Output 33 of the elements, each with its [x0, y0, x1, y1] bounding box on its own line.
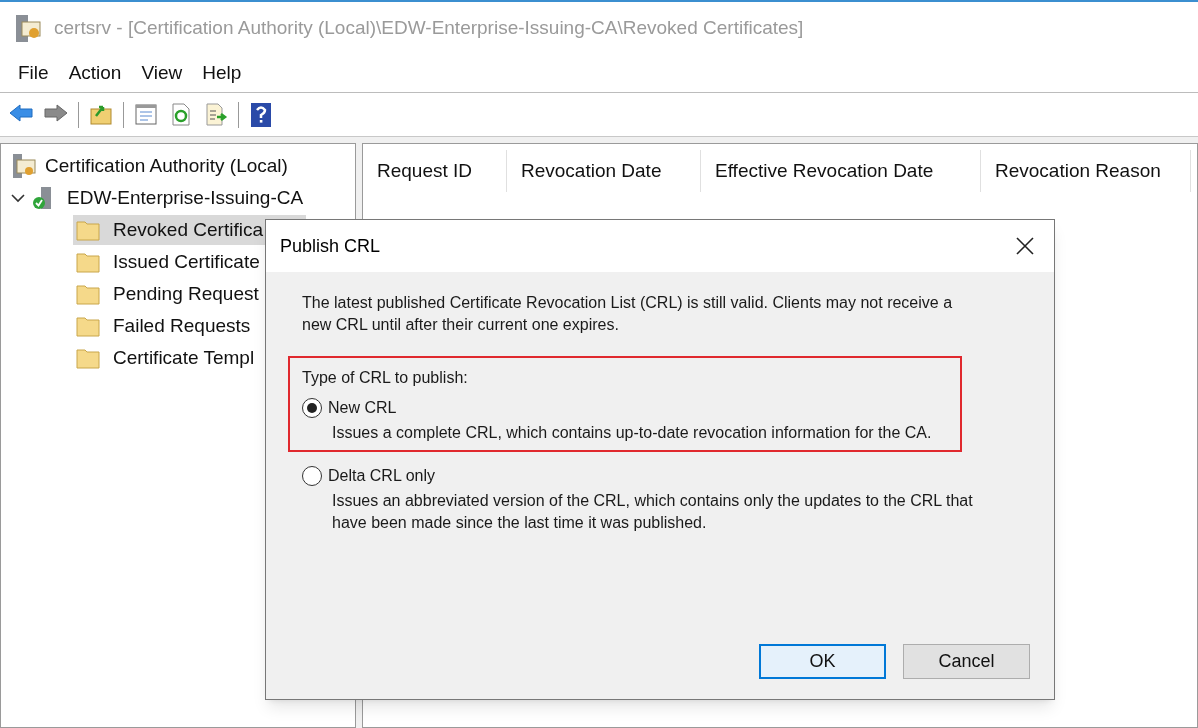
expand-chevron-icon[interactable]: [11, 193, 25, 203]
option-description: Issues a complete CRL, which contains up-to-date revocation information for the CA.: [332, 423, 933, 443]
menu-item[interactable]: View: [131, 59, 193, 88]
certificate-server-icon: [14, 13, 42, 44]
column-header[interactable]: Effective Revocation Date: [701, 150, 981, 192]
cancel-button[interactable]: Cancel: [903, 644, 1030, 679]
ok-button[interactable]: OK: [759, 644, 886, 679]
radio-button[interactable]: [302, 398, 322, 418]
menu-item[interactable]: Help: [192, 59, 252, 88]
column-header[interactable]: Revocation Date: [507, 150, 701, 192]
certificate-authority-icon: [11, 153, 37, 179]
folder-icon: [76, 283, 100, 305]
window-title: certsrv - [Certification Authority (Local)\EDW-Enterprise-Issuing-CA\Revoked Certificates]: [54, 16, 804, 41]
tree-item[interactable]: Certification Authority (Local): [45, 151, 288, 181]
folder-icon: [76, 347, 100, 369]
help-icon[interactable]: [248, 101, 274, 128]
close-icon: [1015, 236, 1035, 256]
export-list-icon[interactable]: [203, 101, 229, 128]
radio-label[interactable]: Delta CRL only: [328, 464, 435, 488]
radio-label[interactable]: New CRL: [328, 396, 397, 420]
folder-icon: [76, 315, 100, 337]
folder-icon: [76, 251, 100, 273]
menu-item[interactable]: File: [8, 59, 59, 88]
column-header[interactable]: Request ID: [363, 150, 507, 192]
radio-button[interactable]: [302, 466, 322, 486]
dialog-message: The latest published Certificate Revocation List (CRL) is still valid. Clients may not receive a new CRL until after their current one expires.: [302, 293, 954, 335]
tree-item[interactable]: EDW-Enterprise-Issuing-CA: [67, 183, 304, 213]
folder-icon: [76, 219, 100, 241]
menu-item[interactable]: Action: [58, 59, 132, 88]
group-label: Type of CRL to publish:: [302, 368, 469, 388]
properties-window-icon[interactable]: [133, 101, 159, 128]
option-description: Issues an abbreviated version of the CRL, which contains only the updates to the CRL that have been made since the last time it was published.: [332, 491, 974, 533]
column-header[interactable]: Revocation Reason: [981, 150, 1191, 192]
